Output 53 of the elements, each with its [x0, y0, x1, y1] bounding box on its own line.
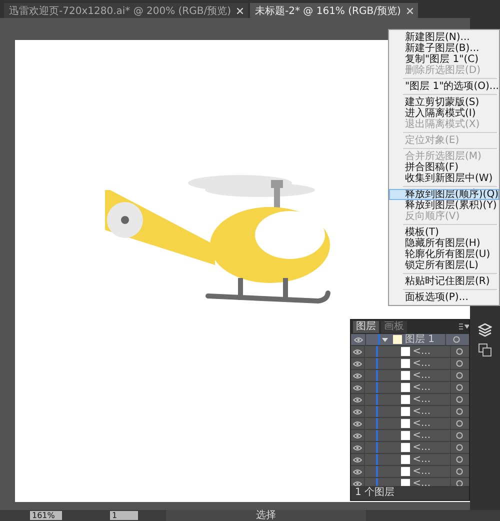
zoom-field[interactable]: 161% — [30, 511, 62, 520]
eye-icon[interactable] — [352, 468, 362, 474]
document-tab[interactable]: 未标题-2* @ 161% (RGB/预览) — [250, 3, 418, 18]
layer-name[interactable]: <... — [412, 358, 450, 369]
menu-item[interactable]: 释放到图层(累积)(Y) — [389, 200, 499, 211]
status-text: 选择 — [166, 510, 366, 521]
layer-name[interactable]: <... — [412, 430, 450, 441]
page-field[interactable]: 1 — [110, 511, 138, 520]
layer-name[interactable]: <... — [412, 406, 450, 417]
layer-name[interactable]: <... — [412, 466, 450, 477]
menu-item[interactable]: 模板(T) — [389, 227, 499, 238]
layer-name[interactable]: <... — [412, 346, 450, 357]
close-icon[interactable] — [406, 8, 413, 14]
menu-item[interactable]: 新建子图层(B)... — [389, 43, 499, 54]
menu-item[interactable]: "图层 1"的选项(O)... — [389, 81, 499, 92]
menu-item[interactable]: 收集到新图层中(W) — [389, 173, 499, 184]
close-icon[interactable] — [237, 8, 244, 14]
artboards-icon[interactable] — [478, 343, 492, 357]
eye-icon[interactable] — [352, 444, 362, 450]
eye-icon[interactable] — [352, 456, 362, 462]
layer-name[interactable]: <... — [412, 382, 450, 393]
eye-icon[interactable] — [354, 336, 362, 342]
panel-tab[interactable]: 画板 — [381, 321, 407, 333]
expanded-arrow-icon[interactable] — [382, 336, 388, 342]
layer-name[interactable]: <... — [412, 394, 450, 405]
menu-item[interactable]: 新建图层(N)... — [389, 32, 499, 43]
menu-item[interactable]: 拼合图稿(F) — [389, 162, 499, 173]
layer-name[interactable]: <... — [412, 370, 450, 381]
layer-name[interactable]: <... — [412, 454, 450, 465]
menu-item[interactable]: 面板选项(P)... — [389, 292, 499, 303]
eye-icon[interactable] — [352, 384, 362, 390]
eye-icon[interactable] — [352, 372, 362, 378]
layer-name[interactable]: <... — [412, 478, 450, 486]
menu-item[interactable]: 锁定所有图层(L) — [389, 260, 499, 271]
eye-icon[interactable] — [352, 420, 362, 426]
menu-item[interactable]: 隐藏所有图层(H) — [389, 238, 499, 249]
menu-item[interactable]: 建立剪切蒙版(S) — [389, 97, 499, 108]
menu-item[interactable]: 粘贴时记住图层(R) — [389, 276, 499, 287]
eye-icon[interactable] — [352, 396, 362, 402]
eye-icon[interactable] — [352, 480, 362, 486]
document-tab[interactable]: 迅雷欢迎页-720x1280.ai* @ 200% (RGB/预览) — [4, 3, 248, 18]
layer-name[interactable]: <... — [412, 442, 450, 453]
menu-item[interactable]: 轮廓化所有图层(U) — [389, 249, 499, 260]
menu-item[interactable]: 进入隔离模式(I) — [389, 108, 499, 119]
menu-item[interactable]: 复制"图层 1"(C) — [389, 54, 499, 65]
panel-tab[interactable]: 图层 — [353, 321, 379, 333]
layers-icon[interactable] — [478, 323, 492, 337]
eye-icon[interactable] — [352, 348, 362, 354]
layer-name[interactable]: <... — [412, 418, 450, 429]
eye-icon[interactable] — [352, 408, 362, 414]
eye-icon[interactable] — [352, 360, 362, 366]
eye-icon[interactable] — [352, 432, 362, 438]
panel-menu-button[interactable] — [459, 322, 469, 332]
